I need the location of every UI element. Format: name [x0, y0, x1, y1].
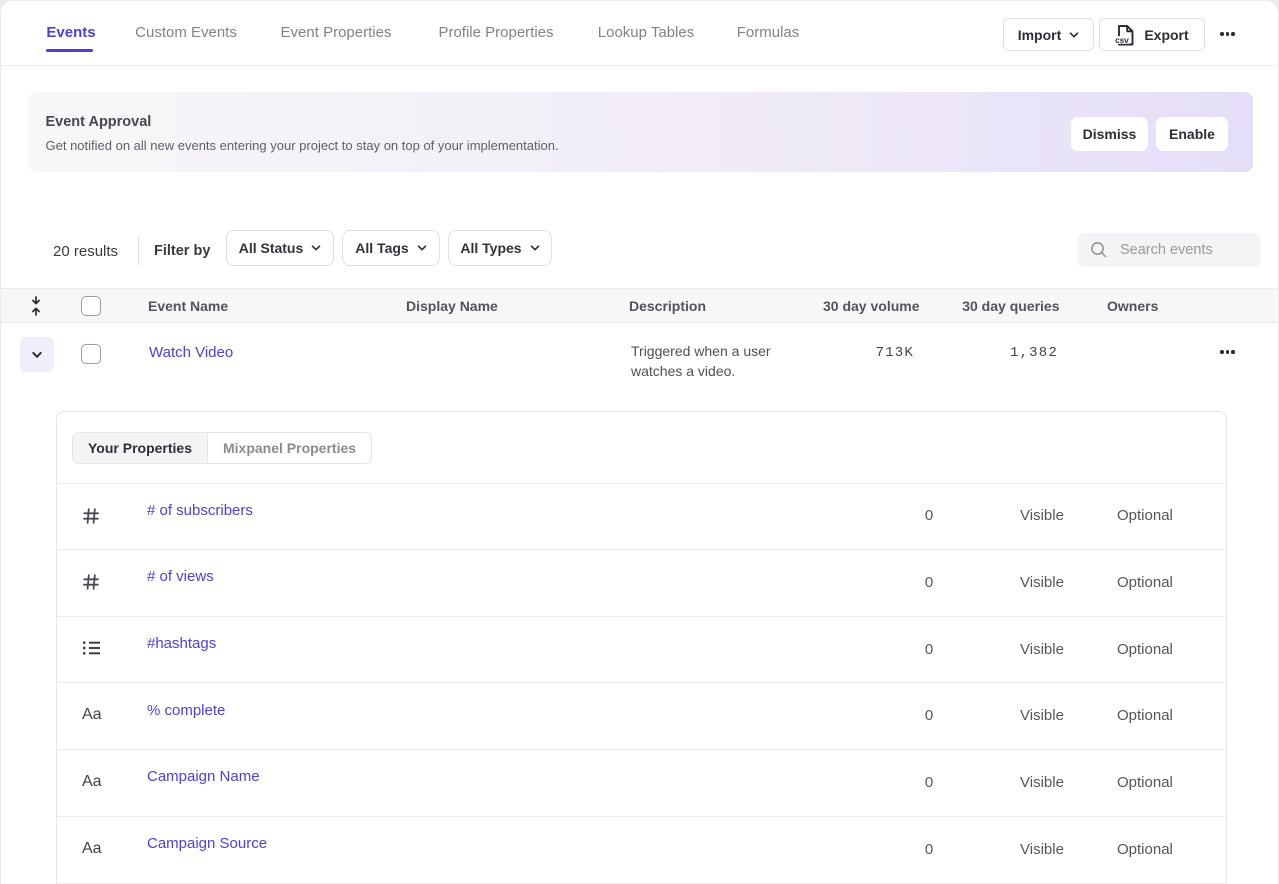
svg-text:csv: csv	[1115, 36, 1129, 45]
